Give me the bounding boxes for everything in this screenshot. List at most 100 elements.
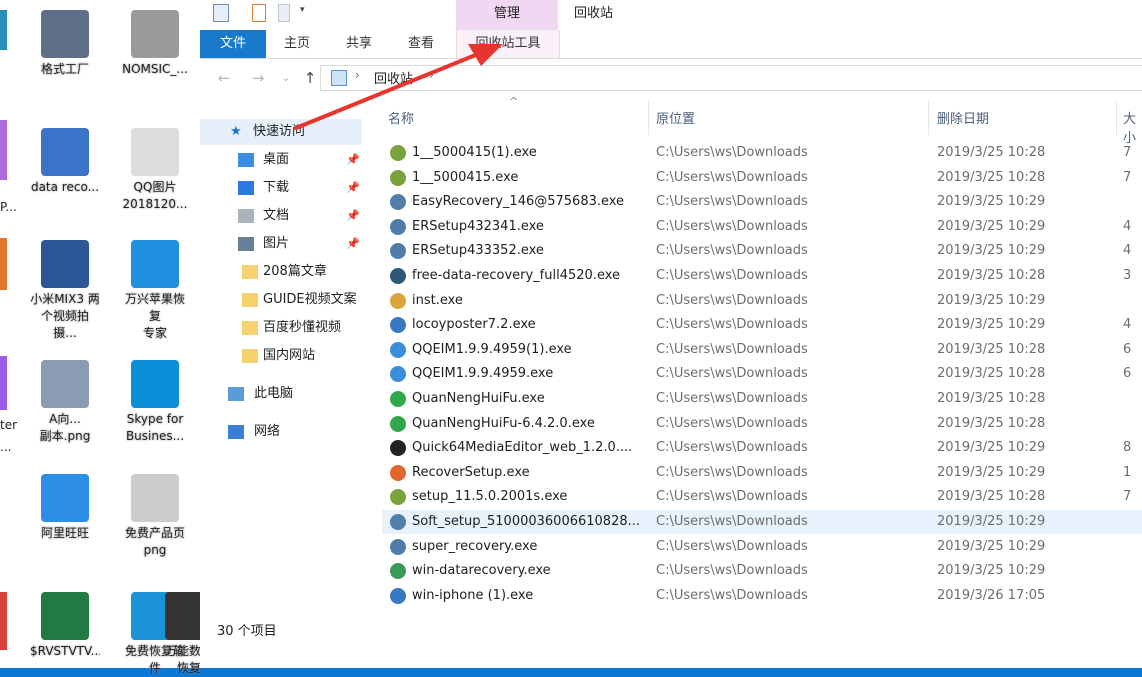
desktop-icon-item[interactable]: data reco... <box>30 128 100 196</box>
file-row[interactable]: EasyRecovery_146@575683.exe C:\Users\ws\D… <box>382 190 1142 214</box>
file-date-deleted: 2019/3/25 10:29 <box>937 292 1046 308</box>
new-folder-icon[interactable] <box>278 4 290 22</box>
nav-item[interactable]: ★ 快速访问 <box>200 119 362 145</box>
breadcrumb-recycle-bin[interactable]: 回收站 <box>374 68 413 87</box>
nav-item-label: 此电脑 <box>254 386 294 401</box>
up-button[interactable]: ↑ <box>300 68 320 88</box>
explorer-window: ▾ 管理 回收站 文件 主页 共享 查看 回收站工具 ← → ⌄ ↑ › 回收站… <box>200 0 1142 668</box>
nav-item[interactable]: 图片 📌 <box>200 231 370 257</box>
file-row[interactable]: Quick64MediaEditor_web_1.2.0.... C:\Users… <box>382 436 1142 460</box>
pin-icon[interactable]: 📌 <box>346 175 360 201</box>
nav-item[interactable]: 208篇文章 <box>200 259 370 285</box>
file-size: 7 <box>1123 169 1132 185</box>
file-date-deleted: 2019/3/25 10:29 <box>937 464 1046 480</box>
file-date-deleted: 2019/3/25 10:28 <box>937 391 1046 406</box>
column-name[interactable]: 名称 <box>388 108 414 127</box>
pin-icon[interactable]: 📌 <box>346 231 360 257</box>
column-date-deleted[interactable]: 删除日期 <box>937 108 989 127</box>
file-row[interactable]: setup_11.5.0.2001s.exe C:\Users\ws\Downlo… <box>382 485 1142 509</box>
tab-file[interactable]: 文件 <box>200 30 266 58</box>
customize-toolbar-icon[interactable]: ▾ <box>300 6 308 15</box>
desktop-icon-item[interactable]: 小米MIX3 两 个视频拍摄... <box>30 240 100 342</box>
file-row[interactable]: 1__5000415.exe C:\Users\ws\Downloads 2019/… <box>382 166 1142 190</box>
tab-view[interactable]: 查看 <box>398 30 444 58</box>
column-divider[interactable] <box>1116 101 1117 135</box>
properties-icon[interactable] <box>252 4 266 22</box>
folder-icon <box>242 349 258 363</box>
pin-icon[interactable]: 📌 <box>346 147 360 173</box>
address-field[interactable]: › 回收站 › <box>320 65 1142 91</box>
nav-item[interactable]: 国内网站 <box>200 343 370 369</box>
pin-icon[interactable]: 📌 <box>346 203 360 229</box>
nav-item[interactable]: 网络 <box>200 419 370 445</box>
file-row[interactable]: ERSetup433352.exe C:\Users\ws\Downloads 20… <box>382 239 1142 263</box>
recent-locations-button[interactable]: ⌄ <box>276 68 296 88</box>
nav-item[interactable]: 桌面 📌 <box>200 147 370 173</box>
desktop-icon-edge[interactable] <box>0 120 7 180</box>
file-row[interactable]: RecoverSetup.exe C:\Users\ws\Downloads 201… <box>382 461 1142 485</box>
ribbon-tabs: 文件 主页 共享 查看 回收站工具 <box>200 30 1142 59</box>
back-button[interactable]: ← <box>214 68 234 88</box>
nav-item-label: 图片 <box>263 236 290 251</box>
folder-icon <box>242 293 258 307</box>
file-row[interactable]: win-datarecovery.exe C:\Users\ws\Download… <box>382 559 1142 583</box>
desktop-icon-item[interactable]: 阿里旺旺 <box>30 474 100 542</box>
sort-indicator-icon: ^ <box>509 97 519 108</box>
exe-file-icon <box>390 489 406 506</box>
file-row[interactable]: free-data-recovery_full4520.exe C:\Users\… <box>382 264 1142 288</box>
desktop-icon-item[interactable]: A向... 副本.png <box>30 360 100 445</box>
exe-file-icon <box>390 317 406 334</box>
nav-item[interactable]: 文档 📌 <box>200 203 370 229</box>
tab-recycle-bin-tools[interactable]: 回收站工具 <box>456 30 560 58</box>
tab-home[interactable]: 主页 <box>274 30 320 58</box>
exe-file-icon <box>390 366 406 383</box>
file-original-location: C:\Users\ws\Downloads <box>656 587 808 603</box>
file-row[interactable]: 1__5000415(1).exe C:\Users\ws\Downloads 20… <box>382 141 1142 165</box>
manage-context-tab[interactable]: 管理 <box>456 0 558 30</box>
file-row[interactable]: ERSetup432341.exe C:\Users\ws\Downloads 20… <box>382 215 1142 239</box>
file-name: QQEIM1.9.9.4959.exe <box>412 366 554 382</box>
nav-item-label: 网络 <box>254 424 281 439</box>
file-row[interactable]: QQEIM1.9.9.4959.exe C:\Users\ws\Downloads… <box>382 362 1142 386</box>
nav-item[interactable]: 下载 📌 <box>200 175 370 201</box>
file-row[interactable]: Soft_setup_5100003600661082­8... C:\Users… <box>382 510 1142 534</box>
exe-file-icon <box>390 391 406 407</box>
file-row[interactable]: inst.exe C:\Users\ws\Downloads 2019/3/25 1… <box>382 289 1142 313</box>
file-size: 4 <box>1123 243 1132 259</box>
breadcrumb-separator[interactable]: › <box>355 68 360 82</box>
file-row[interactable]: QuanNengHuiFu-6.4.2.0.exe C:\Users\ws\Dow… <box>382 412 1142 436</box>
desktop-icon-item[interactable]: 免费产品页 png <box>120 474 190 559</box>
desktop-icon-item[interactable]: 万兴苹果恢复 专家 <box>120 240 190 342</box>
file-original-location: C:\Users\ws\Downloads <box>656 366 808 382</box>
file-row[interactable]: super_recovery.exe C:\Users\ws\Downloads 2… <box>382 535 1142 559</box>
file-row[interactable]: QuanNengHuiFu.exe C:\Users\ws\Downloads 20… <box>382 387 1142 411</box>
desktop-app-icon <box>41 474 89 522</box>
desktop-icon-item[interactable]: $RVSTVTV... <box>30 592 100 660</box>
desktop-icon-edge[interactable] <box>0 592 7 650</box>
file-row[interactable]: QQEIM1.9.9.4959(1).exe C:\Users\ws\Downlo… <box>382 338 1142 362</box>
desktop-app-icon <box>131 240 179 288</box>
forward-button[interactable]: → <box>248 68 268 88</box>
desktop-icon-item[interactable]: NOMSIC_... <box>120 10 190 78</box>
desktop-icon-edge[interactable] <box>0 238 7 290</box>
column-original-location[interactable]: 原位置 <box>656 108 695 127</box>
breadcrumb-separator[interactable]: › <box>429 68 434 82</box>
desktop-icon-edge[interactable] <box>0 356 7 410</box>
file-row[interactable]: locoyposter7.2.exe C:\Users\ws\Downloads 2… <box>382 313 1142 337</box>
file-name: 1__5000415.exe <box>412 169 519 185</box>
desktop-icon-item[interactable]: QQ图片 2018120... <box>120 128 190 213</box>
nav-item[interactable]: 百度秒懂视频 <box>200 315 370 341</box>
file-original-location: C:\Users\ws\Downloads <box>656 464 808 480</box>
tab-share[interactable]: 共享 <box>336 30 382 58</box>
nav-item[interactable]: GUIDE视频文案 <box>200 287 370 313</box>
desktop-icon-edge[interactable] <box>0 10 7 50</box>
column-divider[interactable] <box>928 101 929 135</box>
window-icon[interactable] <box>213 4 229 22</box>
qa-divider <box>238 5 239 6</box>
nav-item[interactable]: 此电脑 <box>200 381 370 407</box>
file-row[interactable]: win-iphone (1).exe C:\Users\ws\Downloads 2… <box>382 584 1142 608</box>
desktop-icon-item[interactable]: 格式工厂 <box>30 10 100 78</box>
column-divider[interactable] <box>648 101 649 135</box>
file-name: win-datarecovery.exe <box>412 563 551 579</box>
desktop-icon-item[interactable]: Skype for Busines... <box>120 360 190 445</box>
